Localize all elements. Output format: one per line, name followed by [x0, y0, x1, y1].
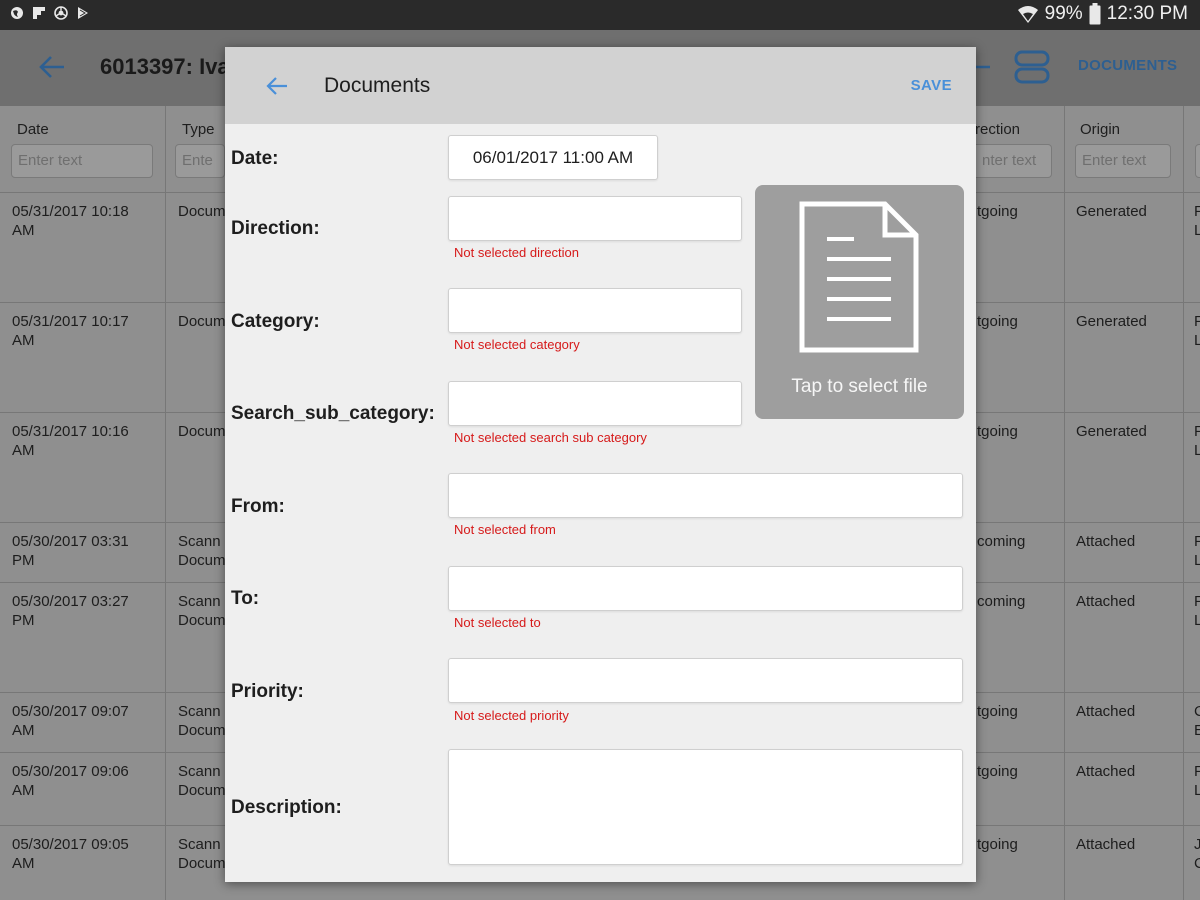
wifi-icon	[1017, 6, 1038, 23]
row-direction[interactable]: tgoing	[977, 202, 1018, 221]
row-date[interactable]: 05/30/2017 09:05 AM	[12, 835, 129, 873]
row-origin[interactable]: Attached	[1076, 532, 1135, 551]
from-field[interactable]	[448, 473, 963, 518]
row-direction[interactable]: tgoing	[977, 702, 1018, 721]
row-date[interactable]: 05/30/2017 09:06 AM	[12, 762, 129, 800]
notification-icons	[10, 6, 90, 20]
row-extra[interactable]: F L	[1194, 532, 1200, 570]
priority-error: Not selected priority	[454, 708, 569, 723]
row-extra[interactable]: F L	[1194, 202, 1200, 240]
row-date[interactable]: 05/31/2017 10:17 AM	[12, 312, 129, 350]
documents-tab[interactable]: DOCUMENTS	[1078, 57, 1177, 74]
column-divider	[165, 106, 166, 900]
to-error: Not selected to	[454, 615, 541, 630]
from-label: From:	[231, 496, 285, 517]
select-file-label: Tap to select file	[791, 376, 928, 397]
direction-filter-input[interactable]: nter text	[976, 144, 1052, 178]
search-sub-category-error: Not selected search sub category	[454, 430, 647, 445]
save-button[interactable]: SAVE	[911, 77, 952, 94]
direction-label: Direction:	[231, 218, 320, 239]
date-filter-input[interactable]: Enter text	[11, 144, 153, 178]
row-type[interactable]: Scann Docum	[178, 835, 226, 873]
row-extra[interactable]: J C	[1194, 835, 1200, 873]
row-extra[interactable]: F L	[1194, 422, 1200, 460]
search-sub-category-field[interactable]	[448, 381, 742, 426]
system-status: 99% 12:30 PM	[1017, 3, 1188, 25]
clock: 12:30 PM	[1106, 3, 1188, 24]
row-date[interactable]: 05/30/2017 03:31 PM	[12, 532, 129, 570]
row-origin[interactable]: Generated	[1076, 202, 1147, 221]
row-origin[interactable]: Attached	[1076, 702, 1135, 721]
category-label: Category:	[231, 311, 320, 332]
row-direction[interactable]: tgoing	[977, 762, 1018, 781]
select-file-button[interactable]: Tap to select file	[755, 185, 964, 419]
row-direction[interactable]: tgoing	[977, 422, 1018, 441]
row-origin[interactable]: Attached	[1076, 592, 1135, 611]
extra-filter-input[interactable]	[1195, 144, 1200, 178]
to-field[interactable]	[448, 566, 963, 611]
date-field[interactable]	[448, 135, 658, 180]
column-header-origin[interactable]: Origin	[1080, 121, 1120, 138]
row-type[interactable]: Scann Docum	[178, 762, 226, 800]
row-extra[interactable]: C E	[1194, 702, 1200, 740]
column-divider	[1183, 106, 1184, 900]
battery-percent: 99%	[1044, 3, 1083, 24]
row-type[interactable]: Scann Docum	[178, 592, 226, 630]
globe-icon	[11, 7, 23, 19]
documents-stack-icon[interactable]	[1014, 50, 1050, 84]
row-extra[interactable]: F L	[1194, 762, 1200, 800]
description-field[interactable]	[448, 749, 963, 865]
row-type[interactable]: Scann Docum	[178, 532, 226, 570]
row-direction[interactable]: tgoing	[977, 312, 1018, 331]
priority-label: Priority:	[231, 681, 304, 702]
row-origin[interactable]: Attached	[1076, 762, 1135, 781]
row-type[interactable]: Scann Docum	[178, 702, 226, 740]
to-label: To:	[231, 588, 260, 609]
row-date[interactable]: 05/30/2017 03:27 PM	[12, 592, 129, 630]
back-arrow-icon[interactable]	[265, 75, 289, 97]
type-filter-input[interactable]: Ente	[175, 144, 225, 178]
row-direction[interactable]: coming	[977, 592, 1025, 611]
status-bar: 99% 12:30 PM	[0, 0, 1200, 30]
flipboard-icon	[33, 7, 45, 19]
row-type[interactable]: Docum	[178, 422, 226, 441]
row-date[interactable]: 05/30/2017 09:07 AM	[12, 702, 129, 740]
column-header-type[interactable]: Type	[182, 121, 215, 138]
column-header-direction[interactable]: rection	[975, 121, 1020, 138]
battery-icon	[1089, 3, 1101, 25]
row-origin[interactable]: Attached	[1076, 835, 1135, 854]
search-sub-category-label: Search_sub_category:	[231, 403, 435, 424]
origin-filter-input[interactable]: Enter text	[1075, 144, 1171, 178]
row-date[interactable]: 05/31/2017 10:18 AM	[12, 202, 129, 240]
back-arrow-icon[interactable]	[38, 54, 66, 80]
chrome-icon	[54, 6, 68, 20]
row-origin[interactable]: Generated	[1076, 422, 1147, 441]
dialog-toolbar: Documents SAVE	[225, 47, 976, 124]
row-type[interactable]: Docum	[178, 312, 226, 331]
row-extra[interactable]: F L	[1194, 592, 1200, 630]
play-store-icon	[78, 7, 88, 19]
priority-field[interactable]	[448, 658, 963, 703]
document-icon	[799, 201, 919, 353]
row-origin[interactable]: Generated	[1076, 312, 1147, 331]
row-date[interactable]: 05/31/2017 10:16 AM	[12, 422, 129, 460]
row-extra[interactable]: F L	[1194, 312, 1200, 350]
dialog-title: Documents	[324, 74, 431, 97]
date-label: Date:	[231, 148, 279, 169]
from-error: Not selected from	[454, 522, 556, 537]
description-label: Description:	[231, 797, 342, 818]
column-divider	[1064, 106, 1065, 900]
patient-title: 6013397: Iva	[100, 54, 230, 79]
row-type[interactable]: Docum	[178, 202, 226, 221]
column-header-date[interactable]: Date	[17, 121, 49, 138]
category-error: Not selected category	[454, 337, 580, 352]
direction-field[interactable]	[448, 196, 742, 241]
documents-dialog: Documents SAVE Date: Direction: Not sele…	[225, 47, 976, 882]
category-field[interactable]	[448, 288, 742, 333]
direction-error: Not selected direction	[454, 245, 580, 260]
row-direction[interactable]: coming	[977, 532, 1025, 551]
row-direction[interactable]: tgoing	[977, 835, 1018, 854]
